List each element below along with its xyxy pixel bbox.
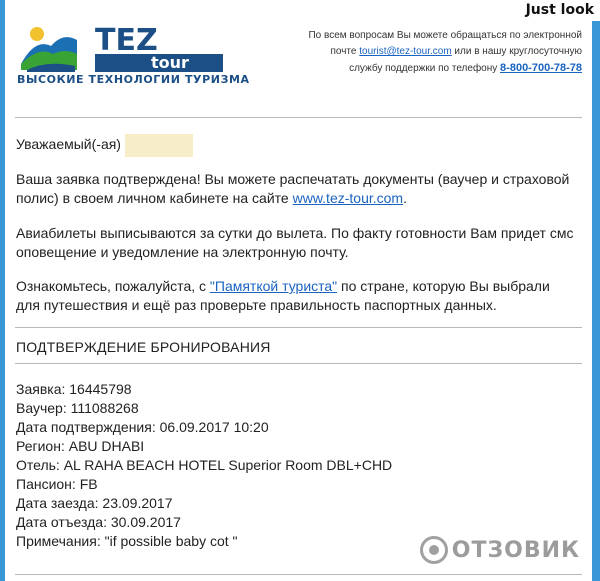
brand-slogan: ВЫСОКИЕ ТЕХНОЛОГИИ ТУРИЗМА (17, 73, 250, 86)
paragraph-tickets: Авиабилеты выписываются за сутки до выле… (16, 225, 574, 260)
divider (15, 327, 582, 328)
detail-row: Ваучер: 111088268 (16, 400, 139, 416)
divider (15, 574, 582, 575)
section-title: ПОДТВЕРЖДЕНИЕ БРОНИРОВАНИЯ (16, 339, 271, 355)
contact-line-3-prefix: службу поддержки по телефону (349, 63, 501, 74)
otzovik-logo-icon (419, 536, 448, 564)
contact-line-2-prefix: почте (330, 46, 360, 57)
logo-text-tez: TEZ (95, 23, 158, 58)
detail-row: Регион: ABU DHABI (16, 438, 145, 454)
email-header: TEZ tour ВЫСОКИЕ ТЕХНОЛОГИИ ТУРИЗМА По в… (5, 0, 592, 96)
greeting: Уважаемый(-ая) (16, 133, 576, 157)
paragraph-confirmation: Ваша заявка подтверждена! Вы можете расп… (16, 170, 576, 208)
paragraph-confirmation-end: . (403, 190, 407, 206)
support-phone-link[interactable]: 8-800-700-78-78 (500, 62, 582, 74)
detail-row: Дата заезда: 23.09.2017 (16, 495, 173, 511)
just-look-watermark: Just look (519, 0, 600, 21)
detail-row: Пансион: FB (16, 476, 98, 492)
logo-text-tour: tour (151, 53, 189, 72)
recipient-name-redacted (124, 133, 193, 157)
otzovik-text: ОТЗОВИК (451, 537, 580, 563)
paragraph-memo: Ознакомьтесь, пожалуйста, с "Памяткой ту… (16, 277, 576, 315)
site-link[interactable]: www.tez-tour.com (293, 190, 403, 206)
detail-row: Дата подтверждения: 06.09.2017 10:20 (16, 419, 269, 435)
support-email-link[interactable]: tourist@tez-tour.com (359, 46, 451, 57)
paragraph-memo-before: Ознакомьтесь, пожалуйста, с (16, 278, 210, 294)
detail-row: Заявка: 16445798 (16, 381, 132, 397)
otzovik-watermark: ОТЗОВИК (419, 536, 580, 564)
booking-details: Заявка: 16445798 Ваучер: 111088268 Дата … (16, 380, 392, 551)
contact-line-3: службу поддержки по телефону 8-800-700-7… (282, 60, 582, 77)
greeting-text: Уважаемый(-ая) (16, 136, 121, 152)
detail-row: Дата отъезда: 30.09.2017 (16, 514, 181, 530)
contact-info: По всем вопросам Вы можете обращаться по… (282, 28, 582, 77)
detail-row: Отель: AL RAHA BEACH HOTEL Superior Room… (16, 457, 393, 473)
divider (15, 363, 582, 364)
tourist-memo-link[interactable]: "Памяткой туриста" (210, 278, 337, 294)
detail-row: Примечания: "if possible baby cot " (16, 533, 238, 549)
email-sheet: TEZ tour ВЫСОКИЕ ТЕХНОЛОГИИ ТУРИЗМА По в… (5, 0, 592, 581)
divider (15, 117, 582, 118)
contact-line-2-suffix: или в нашу круглосуточную (451, 46, 582, 57)
contact-line-2: почте tourist@tez-tour.com или в нашу кр… (282, 44, 582, 60)
contact-line-1: По всем вопросам Вы можете обращаться по… (308, 30, 582, 41)
